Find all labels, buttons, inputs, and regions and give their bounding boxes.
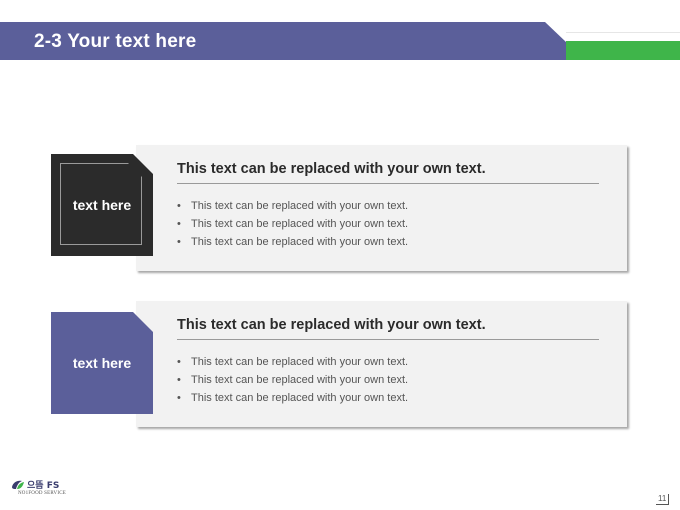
list-item: • This text can be replaced with your own… — [177, 233, 408, 251]
brand-tagline: NO1FOOD SERVICE — [18, 491, 67, 496]
list-item: • This text can be replaced with your own… — [177, 389, 408, 407]
brand-logo-icon — [12, 480, 24, 489]
accent-green-bar — [566, 41, 680, 60]
tag-label: text here — [72, 355, 132, 371]
content-card-1: This text can be replaced with your own … — [136, 145, 627, 271]
card-divider — [177, 339, 599, 340]
bullet-list: • This text can be replaced with your own… — [177, 197, 408, 251]
bullet-icon: • — [177, 392, 181, 404]
card-heading: This text can be replaced with your own … — [177, 161, 486, 177]
bullet-icon: • — [177, 374, 181, 386]
header-divider-line — [566, 32, 680, 33]
list-item: • This text can be replaced with your own… — [177, 197, 408, 215]
content-card-2: This text can be replaced with your own … — [136, 301, 627, 427]
section-tag-2: text here — [51, 312, 153, 414]
section-tag-1: text here — [51, 154, 153, 256]
brand-name: 으뜸 FS — [27, 481, 60, 491]
bullet-icon: • — [177, 236, 181, 248]
list-item: • This text can be replaced with your own… — [177, 353, 408, 371]
page-title: 2-3 Your text here — [34, 31, 197, 52]
card-divider — [177, 183, 599, 184]
bullet-icon: • — [177, 356, 181, 368]
card-heading: This text can be replaced with your own … — [177, 317, 486, 333]
list-item: • This text can be replaced with your own… — [177, 371, 408, 389]
bullet-icon: • — [177, 200, 181, 212]
bullet-list: • This text can be replaced with your own… — [177, 353, 408, 407]
page-number: 11 — [656, 494, 670, 505]
tag-label: text here — [72, 197, 132, 213]
list-item: • This text can be replaced with your own… — [177, 215, 408, 233]
bullet-icon: • — [177, 218, 181, 230]
